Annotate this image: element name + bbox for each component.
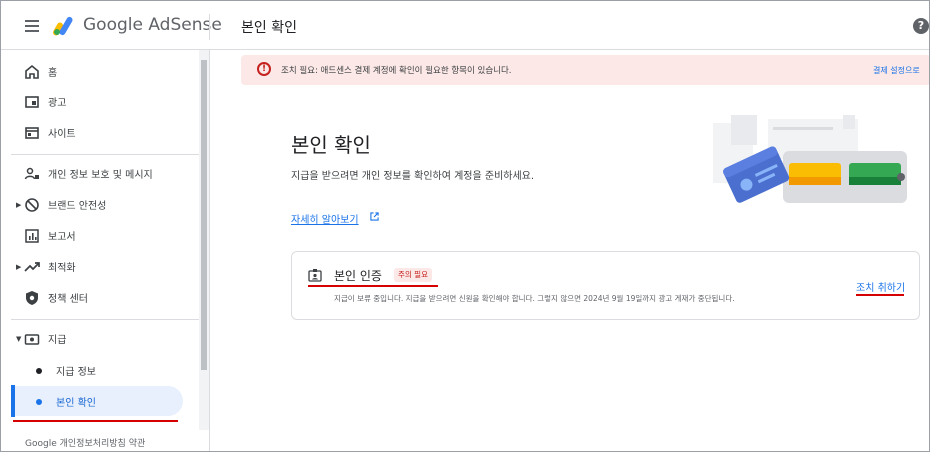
sidebar-item-policy-center[interactable]: 정책 센터 [1, 283, 199, 313]
banner-text: 조치 필요: 애드센스 결제 계정에 확인이 필요한 항목이 있습니다. [281, 66, 512, 76]
sidebar-item-brand-safety[interactable]: ▶ 브랜드 안전성 [1, 190, 199, 220]
sidebar-item-reports[interactable]: 보고서 [1, 221, 199, 251]
ads-icon [25, 96, 39, 108]
sidebar-item-label: 개인 정보 보호 및 메시지 [48, 170, 153, 181]
sidebar-item-label: 홈 [48, 68, 58, 79]
block-icon [25, 198, 39, 212]
bullet-icon [36, 399, 42, 405]
sidebar-subitem-payment-info[interactable]: 지급 정보 [1, 355, 199, 385]
annotation-underline [13, 420, 178, 422]
sidebar-item-home[interactable]: 홈 [1, 57, 199, 87]
top-app-bar: Google AdSense 본인 확인 ? [1, 1, 929, 50]
sidebar-scrollbar-thumb[interactable] [201, 60, 207, 370]
sidebar-item-label: 사이트 [48, 129, 76, 140]
sidebar-item-ads[interactable]: 광고 [1, 87, 199, 117]
take-action-button[interactable]: 조치 취하기 [856, 279, 905, 294]
menu-icon[interactable] [25, 20, 39, 32]
sidebar-item-payments[interactable]: ▼ 지급 [1, 324, 199, 354]
privacy-icon [24, 167, 39, 180]
annotation-underline [308, 285, 438, 287]
home-icon [25, 64, 39, 79]
card-title: 본인 인증 [334, 269, 382, 283]
identity-verification-card: 본인 인증 주의 필요 지급이 보류 중입니다. 지급을 받으려면 신원을 확인… [291, 251, 920, 320]
reports-icon [25, 229, 39, 243]
app-name: Google AdSense [83, 15, 222, 35]
sidebar-item-label: 지급 [48, 335, 67, 346]
sidebar-item-label: 브랜드 안전성 [48, 201, 107, 212]
sidebar-item-privacy[interactable]: 개인 정보 보호 및 메시지 [1, 159, 199, 189]
help-icon[interactable]: ? [913, 18, 929, 34]
expand-caret-icon: ▶ [16, 263, 22, 271]
expand-caret-icon: ▶ [16, 201, 22, 209]
active-indicator [11, 385, 15, 417]
bullet-icon [36, 368, 42, 374]
main-description: 지급을 받으려면 개인 정보를 확인하여 계정을 준비하세요. [291, 171, 535, 182]
header-divider [209, 14, 210, 40]
status-badge: 주의 필요 [394, 268, 432, 282]
shield-icon [26, 291, 38, 305]
external-link-icon[interactable] [370, 212, 379, 221]
sidebar-item-label: 본인 확인 [56, 398, 96, 409]
sidebar-subitem-identity-verification[interactable]: 본인 확인 [11, 386, 183, 416]
sidebar-item-label: 지급 정보 [56, 367, 96, 378]
sidebar-divider [11, 319, 199, 320]
sidebar-item-label: 광고 [48, 98, 67, 109]
window-frame: Google AdSense 본인 확인 ? 홈 광고 사이트 개인 정보 보호… [0, 0, 930, 452]
identity-illustration [713, 115, 907, 203]
main-heading: 본인 확인 [291, 133, 371, 157]
sidebar-item-label: 최적화 [48, 263, 76, 274]
learn-more-link[interactable]: 자세히 알아보기 [291, 211, 359, 226]
trend-icon [24, 262, 40, 272]
sites-icon [25, 127, 39, 139]
annotation-underline [856, 294, 904, 296]
payments-icon [24, 334, 40, 345]
banner-action-link[interactable]: 결제 설정으로 [873, 65, 920, 76]
sidebar-item-optimization[interactable]: ▶ 최적화 [1, 252, 199, 282]
page-title: 본인 확인 [241, 20, 297, 36]
sidebar: 홈 광고 사이트 개인 정보 보호 및 메시지 ▶ 브랜드 안전성 보고서 ▶ … [1, 50, 210, 451]
id-badge-icon [308, 269, 322, 282]
footer-links[interactable]: Google 개인정보처리방침 약관 [25, 436, 145, 449]
alert-icon: ! [257, 62, 271, 76]
card-subtitle: 지급이 보류 중입니다. 지급을 받으려면 신원을 확인해야 합니다. 그렇지 … [334, 294, 735, 303]
sidebar-item-label: 보고서 [48, 232, 76, 243]
sidebar-divider [11, 154, 199, 155]
alert-banner: ! 조치 필요: 애드센스 결제 계정에 확인이 필요한 항목이 있습니다. 결… [241, 55, 929, 85]
sidebar-item-label: 정책 센터 [48, 294, 88, 305]
adsense-logo-icon [53, 16, 73, 36]
collapse-caret-icon: ▼ [16, 335, 22, 343]
sidebar-item-sites[interactable]: 사이트 [1, 118, 199, 148]
